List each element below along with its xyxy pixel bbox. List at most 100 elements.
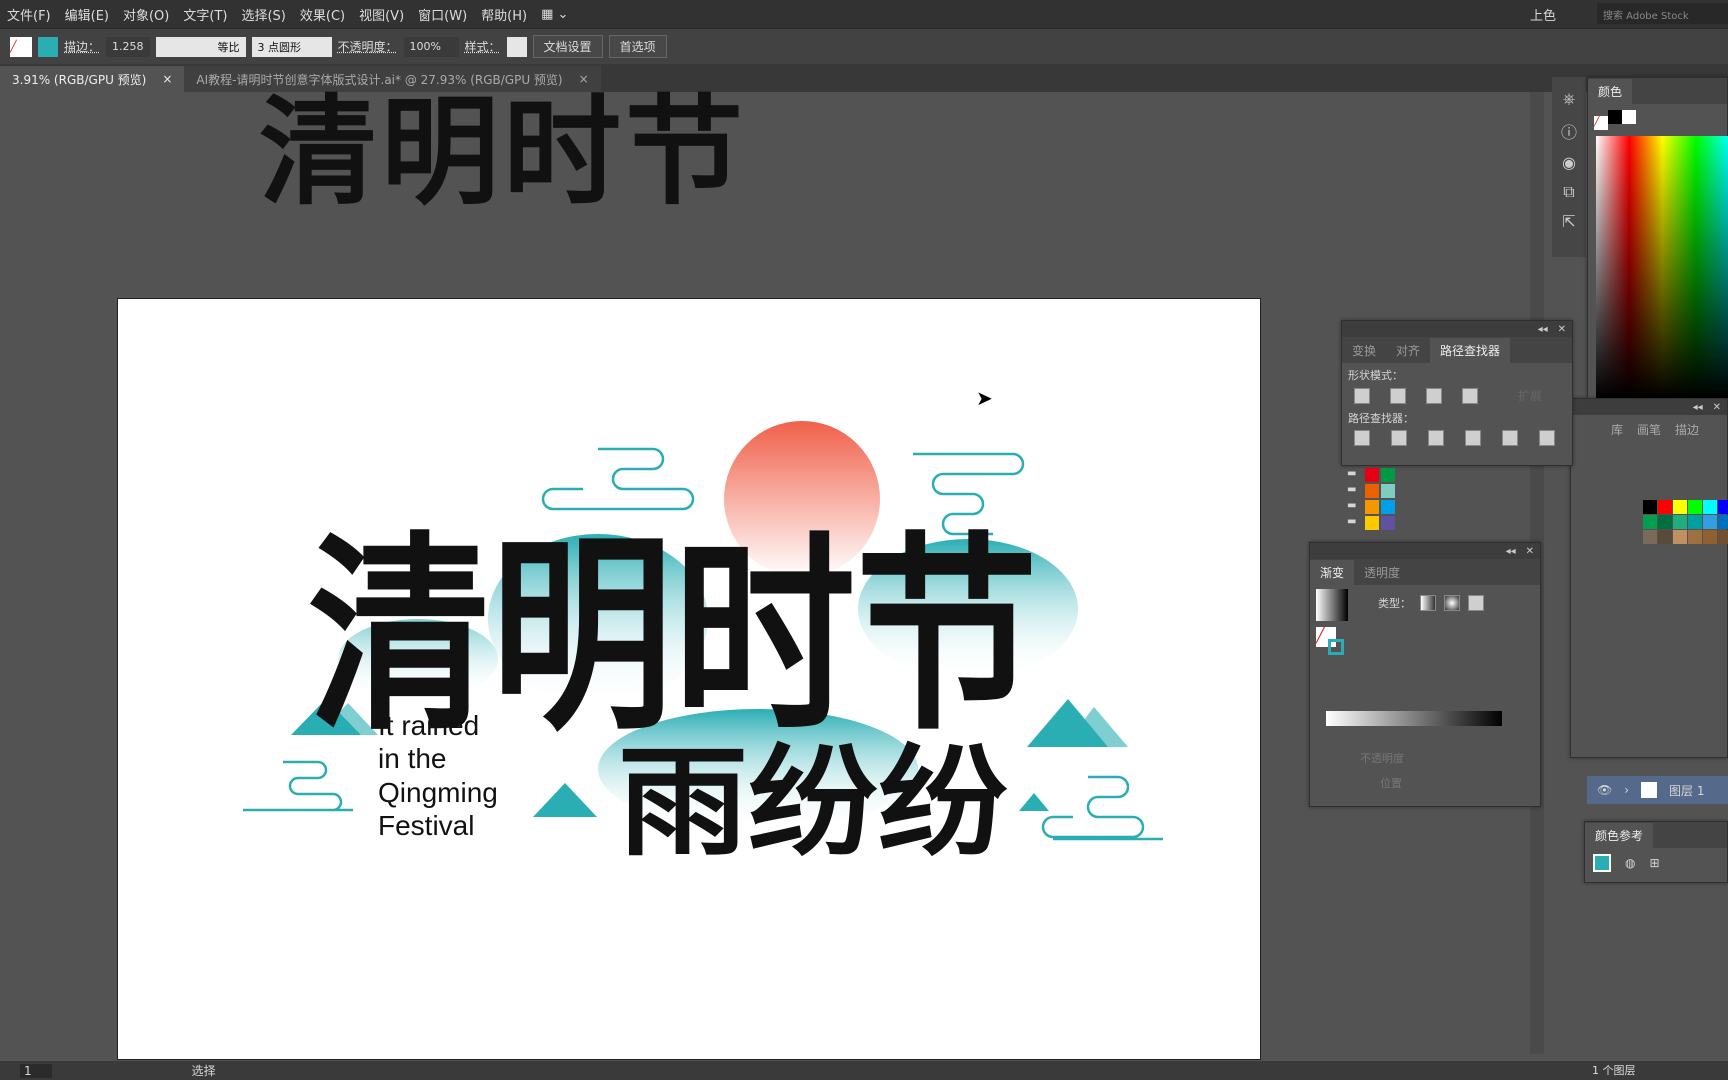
swatches-panel: ◂◂ ✕ 库画笔 描边 bbox=[1570, 398, 1728, 758]
color-panel: 颜色 ╱ bbox=[1587, 77, 1728, 407]
none-swatch[interactable]: ╱ bbox=[1594, 116, 1608, 130]
pathfinders-label: 路径查找器： bbox=[1348, 412, 1414, 425]
artboard[interactable]: 清明时节 雨纷纷 It rained in the Qingming Festi… bbox=[117, 298, 1261, 1060]
document-setup-button[interactable]: 文档设置 bbox=[532, 35, 603, 58]
menu-object[interactable]: 对象(O) bbox=[116, 5, 176, 24]
menu-effect[interactable]: 效果(C) bbox=[293, 5, 352, 24]
english-line: Festival bbox=[378, 810, 474, 841]
tab-align[interactable]: 对齐 bbox=[1386, 338, 1430, 363]
tab-color-guide[interactable]: 颜色参考 bbox=[1585, 823, 1654, 848]
crop-icon[interactable] bbox=[1465, 430, 1481, 446]
tab-pathfinder[interactable]: 路径查找器 bbox=[1430, 338, 1511, 363]
folder-icon: ▬ bbox=[1347, 500, 1357, 511]
folder-icon: ▬ bbox=[1347, 468, 1357, 479]
outline-icon[interactable] bbox=[1502, 430, 1518, 446]
collapse-icon[interactable]: ◂◂ bbox=[1538, 324, 1548, 335]
merge-icon[interactable] bbox=[1428, 430, 1444, 446]
minus-back-icon[interactable] bbox=[1539, 430, 1555, 446]
tab-transparency[interactable]: 透明度 bbox=[1354, 560, 1410, 585]
menu-view[interactable]: 视图(V) bbox=[352, 5, 411, 24]
appearance-icon[interactable]: ◉ bbox=[1562, 153, 1576, 172]
expand-chevron-icon[interactable]: › bbox=[1624, 783, 1629, 797]
pathfinder-panel: ◂◂ ✕ 变换 对齐 路径查找器 形状模式： 扩展 路径查找器： bbox=[1341, 320, 1573, 466]
menu-select[interactable]: 选择(S) bbox=[234, 5, 292, 24]
save-group-icon[interactable]: ⊞ bbox=[1649, 856, 1659, 870]
intersect-icon[interactable] bbox=[1426, 387, 1442, 404]
export-icon[interactable]: ⇱ bbox=[1562, 212, 1575, 231]
menu-type[interactable]: 文字(T) bbox=[176, 5, 234, 24]
menu-edit[interactable]: 编辑(E) bbox=[58, 5, 116, 24]
artboard-number-input[interactable]: 1 bbox=[20, 1063, 52, 1078]
menu-file[interactable]: 文件(F) bbox=[0, 5, 58, 24]
tab-brushes[interactable]: 画笔 bbox=[1637, 421, 1661, 438]
arrange-documents-icon[interactable]: ▦ ⌄ bbox=[534, 7, 575, 22]
opacity-label: 不透明度 bbox=[1360, 752, 1404, 765]
color-spectrum[interactable] bbox=[1596, 136, 1728, 398]
gradient-panel: ◂◂ ✕ 渐变 透明度 类型： ╱ 不透明度 位置 bbox=[1309, 542, 1541, 807]
brush-definition[interactable]: 3 点圆形 bbox=[251, 36, 332, 57]
english-line: It rained bbox=[378, 710, 479, 741]
info-icon[interactable]: ⓘ bbox=[1561, 119, 1577, 143]
trim-icon[interactable] bbox=[1391, 430, 1407, 446]
menu-window[interactable]: 窗口(W) bbox=[411, 5, 474, 24]
layer-count: 1 个图层 bbox=[1592, 1064, 1636, 1077]
color-wheel-icon[interactable]: ◍ bbox=[1625, 856, 1635, 870]
exclude-icon[interactable] bbox=[1462, 387, 1478, 404]
folder-icon: ▬ bbox=[1347, 484, 1357, 495]
expand-button[interactable]: 扩展 bbox=[1518, 387, 1542, 404]
variable-width-profile[interactable]: 等比 bbox=[155, 36, 246, 57]
english-line: in the bbox=[378, 743, 447, 774]
close-icon[interactable]: ✕ bbox=[1558, 324, 1566, 335]
opacity-input[interactable]: 100% bbox=[403, 36, 459, 57]
white-swatch[interactable] bbox=[1622, 110, 1636, 124]
collapse-icon[interactable]: ◂◂ bbox=[1506, 546, 1516, 557]
layer-row[interactable]: 👁 › 图层 1 bbox=[1587, 776, 1728, 804]
navigator-icon[interactable]: ⎈ bbox=[1563, 89, 1576, 109]
tab-color[interactable]: 颜色 bbox=[1588, 79, 1633, 104]
tab-libraries[interactable]: 库 bbox=[1611, 421, 1623, 438]
base-color-swatch[interactable] bbox=[1593, 854, 1611, 872]
tab-gradient[interactable]: 渐变 bbox=[1310, 560, 1355, 585]
style-label: 样式： bbox=[464, 40, 501, 54]
workspace-switcher[interactable]: 上色 bbox=[1530, 5, 1556, 24]
fill-swatch[interactable]: ╱ bbox=[10, 36, 32, 57]
tab-label: 3.91% (RGB/GPU 预览) bbox=[12, 72, 147, 87]
english-line: Qingming bbox=[378, 777, 498, 808]
style-swatch[interactable] bbox=[506, 36, 527, 57]
location-label: 位置 bbox=[1380, 777, 1402, 790]
menu-help[interactable]: 帮助(H) bbox=[474, 5, 534, 24]
artwork: 清明时节 雨纷纷 It rained in the Qingming Festi… bbox=[243, 421, 1163, 873]
divide-icon[interactable] bbox=[1354, 430, 1370, 446]
transform-icon[interactable]: ⧉ bbox=[1563, 182, 1574, 202]
gradient-preview[interactable] bbox=[1316, 589, 1348, 621]
visibility-eye-icon[interactable]: 👁 bbox=[1597, 783, 1612, 797]
freeform-gradient-icon[interactable] bbox=[1468, 595, 1484, 611]
radial-gradient-icon[interactable] bbox=[1444, 595, 1460, 611]
subtitle: 雨纷纷 bbox=[618, 734, 1008, 873]
tab-stroke[interactable]: 描边 bbox=[1675, 421, 1699, 438]
black-swatch[interactable] bbox=[1608, 110, 1622, 124]
preferences-button[interactable]: 首选项 bbox=[608, 35, 667, 58]
mountain bbox=[533, 783, 597, 817]
stroke-weight-input[interactable]: 1.258 bbox=[106, 36, 150, 57]
stroke-swatch[interactable] bbox=[38, 36, 58, 57]
close-icon[interactable]: × bbox=[162, 72, 172, 86]
stroke-teal-swatch[interactable] bbox=[1328, 639, 1344, 655]
mountain bbox=[1019, 793, 1049, 811]
unite-icon[interactable] bbox=[1354, 387, 1370, 404]
artwork-title-outside[interactable]: 清明时节 bbox=[259, 87, 747, 218]
current-tool-label: 选择 bbox=[191, 1064, 216, 1078]
stock-search-input[interactable]: 搜索 Adobe Stock bbox=[1597, 3, 1728, 24]
close-icon[interactable]: ✕ bbox=[1526, 546, 1534, 557]
swatch-groups: ▬ ▬ ▬ ▬ bbox=[1347, 468, 1395, 530]
tab-document-1[interactable]: 3.91% (RGB/GPU 预览) × bbox=[0, 66, 185, 92]
minus-front-icon[interactable] bbox=[1390, 387, 1406, 404]
linear-gradient-icon[interactable] bbox=[1420, 595, 1436, 611]
swatch-grid bbox=[1643, 500, 1728, 544]
tab-transform[interactable]: 变换 bbox=[1342, 338, 1386, 363]
control-bar: ╱ 描边： 1.258 等比 3 点圆形 不透明度： 100% 样式： 文档设置… bbox=[0, 28, 1728, 64]
gradient-slider[interactable] bbox=[1326, 711, 1502, 726]
opacity-label: 不透明度： bbox=[337, 40, 398, 54]
stroke-label: 描边： bbox=[64, 40, 101, 54]
layer-thumbnail bbox=[1641, 782, 1658, 798]
